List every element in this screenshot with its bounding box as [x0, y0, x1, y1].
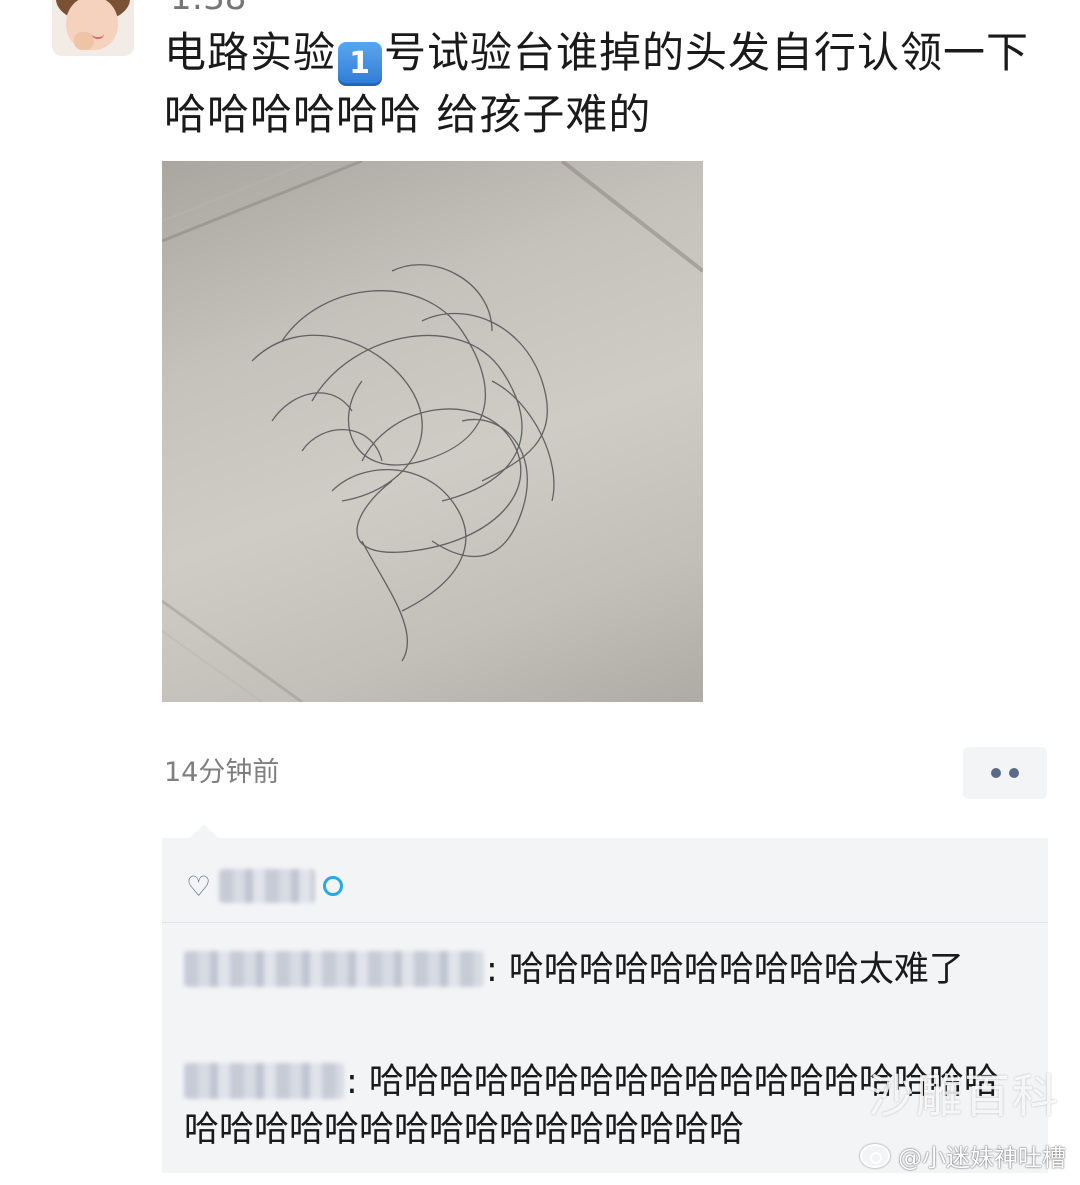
- watermark-stamp: 沙雕百科: [868, 1069, 1060, 1123]
- comment-1[interactable]: : 哈哈哈哈哈哈哈哈哈哈太难了: [184, 946, 1004, 994]
- photo-drawing: [162, 161, 703, 702]
- comment-caret: [190, 824, 218, 838]
- watermark: @小迷妹神吐槽: [860, 1138, 1066, 1173]
- post-text-part-1: 电路实验: [164, 28, 337, 77]
- commenter-name-blurred[interactable]: [184, 951, 484, 987]
- comment-1-text: : 哈哈哈哈哈哈哈哈哈哈太难了: [486, 950, 964, 990]
- watermark-text: @小迷妹神吐槽: [898, 1144, 1066, 1172]
- more-dots-icon: [991, 768, 1001, 778]
- like-heart-icon: ♡: [186, 869, 212, 903]
- avatar-hand: [74, 32, 94, 50]
- moments-post: 1:38 电路实验1号试验台谁掉的头发自行认领一下哈哈哈哈哈哈 给孩子难的: [0, 0, 1080, 1185]
- liker-name-blurred[interactable]: [219, 869, 316, 903]
- more-dots-icon: [1009, 768, 1019, 778]
- post-text: 电路实验 1 号试验台谁掉的头发自行认领一下哈哈哈哈哈哈 给孩子难的: [164, 24, 1044, 144]
- avatar[interactable]: [52, 0, 134, 56]
- more-button[interactable]: [963, 747, 1047, 799]
- author-name[interactable]: 1:38: [170, 0, 246, 12]
- like-status-icon: [323, 876, 344, 896]
- post-time: 14分钟前: [164, 757, 280, 788]
- like-row: ♡: [186, 866, 344, 906]
- keycap-one-icon: 1: [338, 42, 383, 86]
- commenter-name-blurred[interactable]: [184, 1063, 344, 1099]
- like-divider: [162, 922, 1048, 923]
- post-photo[interactable]: [162, 161, 703, 702]
- weibo-logo-icon: [860, 1143, 890, 1168]
